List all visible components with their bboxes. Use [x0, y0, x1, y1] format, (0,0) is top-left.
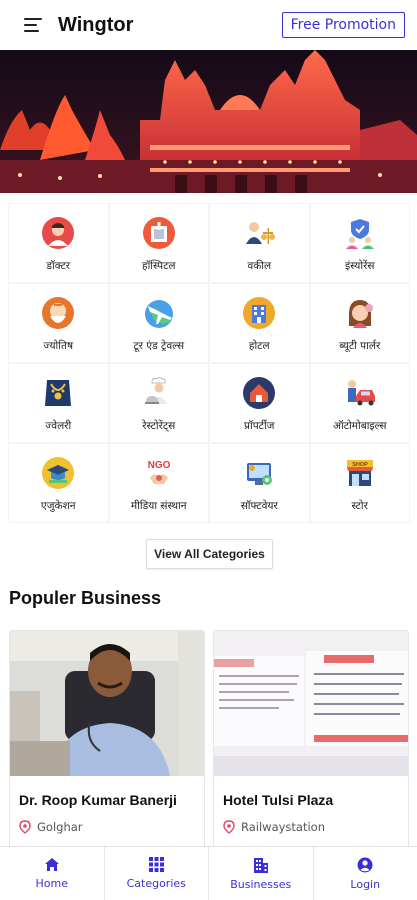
business-photo [214, 631, 408, 776]
category-software[interactable]: सॉफ्टवेयर [209, 443, 310, 523]
categories-grid: डॉक्टर हॉस्पिटल वकील इंस्योरेंस ज्योतिष … [8, 203, 410, 523]
business-location-text: Golghar [37, 820, 83, 834]
software-icon [242, 456, 276, 490]
store-icon: SHOP [343, 456, 377, 490]
business-name: Hotel Tulsi Plaza [223, 792, 334, 808]
free-promotion-button[interactable]: Free Promotion [281, 12, 405, 38]
ngo-media-icon: NGO [142, 456, 176, 490]
category-astrology[interactable]: ज्योतिष [8, 283, 109, 363]
category-hotel[interactable]: होटल [209, 283, 310, 363]
menu-icon[interactable] [24, 18, 42, 32]
jewellery-icon [41, 376, 75, 410]
business-location-text: Railwaystation [241, 820, 326, 834]
restaurant-icon [142, 376, 176, 410]
category-jewellery[interactable]: ज्वेलरी [8, 363, 109, 443]
property-icon [242, 376, 276, 410]
home-icon [44, 858, 59, 871]
view-all-categories-button[interactable]: View All Categories [146, 539, 273, 569]
category-education[interactable]: एजुकेशन [8, 443, 109, 523]
tour-travel-icon [142, 296, 176, 330]
category-media[interactable]: NGO मीडिया संस्थान [108, 443, 209, 523]
grid-icon [148, 857, 164, 872]
category-beauty-parlour[interactable]: ब्यूटी पार्लर [309, 283, 410, 363]
category-insurance[interactable]: इंस्योरेंस [309, 203, 410, 283]
business-location: Golghar [19, 820, 204, 834]
business-name: Dr. Roop Kumar Banerji [19, 792, 177, 808]
bottom-nav: Home Categories Businesses Login [0, 846, 417, 900]
hotel-icon [242, 296, 276, 330]
hospital-icon [142, 216, 176, 250]
nav-login[interactable]: Login [314, 847, 417, 900]
lawyer-icon [242, 216, 276, 250]
category-automobiles[interactable]: ऑटोमोबाइल्स [309, 363, 410, 443]
category-store[interactable]: SHOP स्टोर [309, 443, 410, 523]
category-tour-travels[interactable]: टूर एंड ट्रेवल्स [108, 283, 209, 363]
location-pin-icon [223, 820, 235, 834]
beauty-parlour-icon [343, 296, 377, 330]
education-icon [41, 456, 75, 490]
category-hospital[interactable]: हॉस्पिटल [108, 203, 209, 283]
svg-text:NGO: NGO [147, 460, 170, 471]
business-card[interactable]: Hotel Tulsi Plaza Railwaystation [213, 630, 409, 850]
app-title: Wingtor [58, 13, 134, 36]
banner-image [0, 50, 417, 193]
category-lawyer[interactable]: वकील [209, 203, 310, 283]
building-icon [253, 857, 268, 873]
app-header: Wingtor Free Promotion [0, 0, 417, 50]
business-photo [10, 631, 204, 776]
user-icon [357, 857, 373, 872]
doctor-icon [41, 216, 75, 250]
section-title: Populer Business [9, 588, 162, 608]
astrology-icon [41, 296, 75, 330]
business-card[interactable]: Dr. Roop Kumar Banerji Golghar [9, 630, 205, 850]
nav-categories[interactable]: Categories [105, 847, 209, 900]
category-restaurants[interactable]: रेस्टोरेंट्स [108, 363, 209, 443]
business-location: Railwaystation [223, 820, 408, 834]
nav-businesses[interactable]: Businesses [209, 847, 314, 900]
category-properties[interactable]: प्रॉपर्टीज [209, 363, 310, 443]
automobile-icon [343, 376, 377, 410]
location-pin-icon [19, 820, 31, 834]
insurance-icon [343, 216, 377, 250]
category-doctor[interactable]: डॉक्टर [8, 203, 109, 283]
nav-home[interactable]: Home [0, 847, 105, 900]
